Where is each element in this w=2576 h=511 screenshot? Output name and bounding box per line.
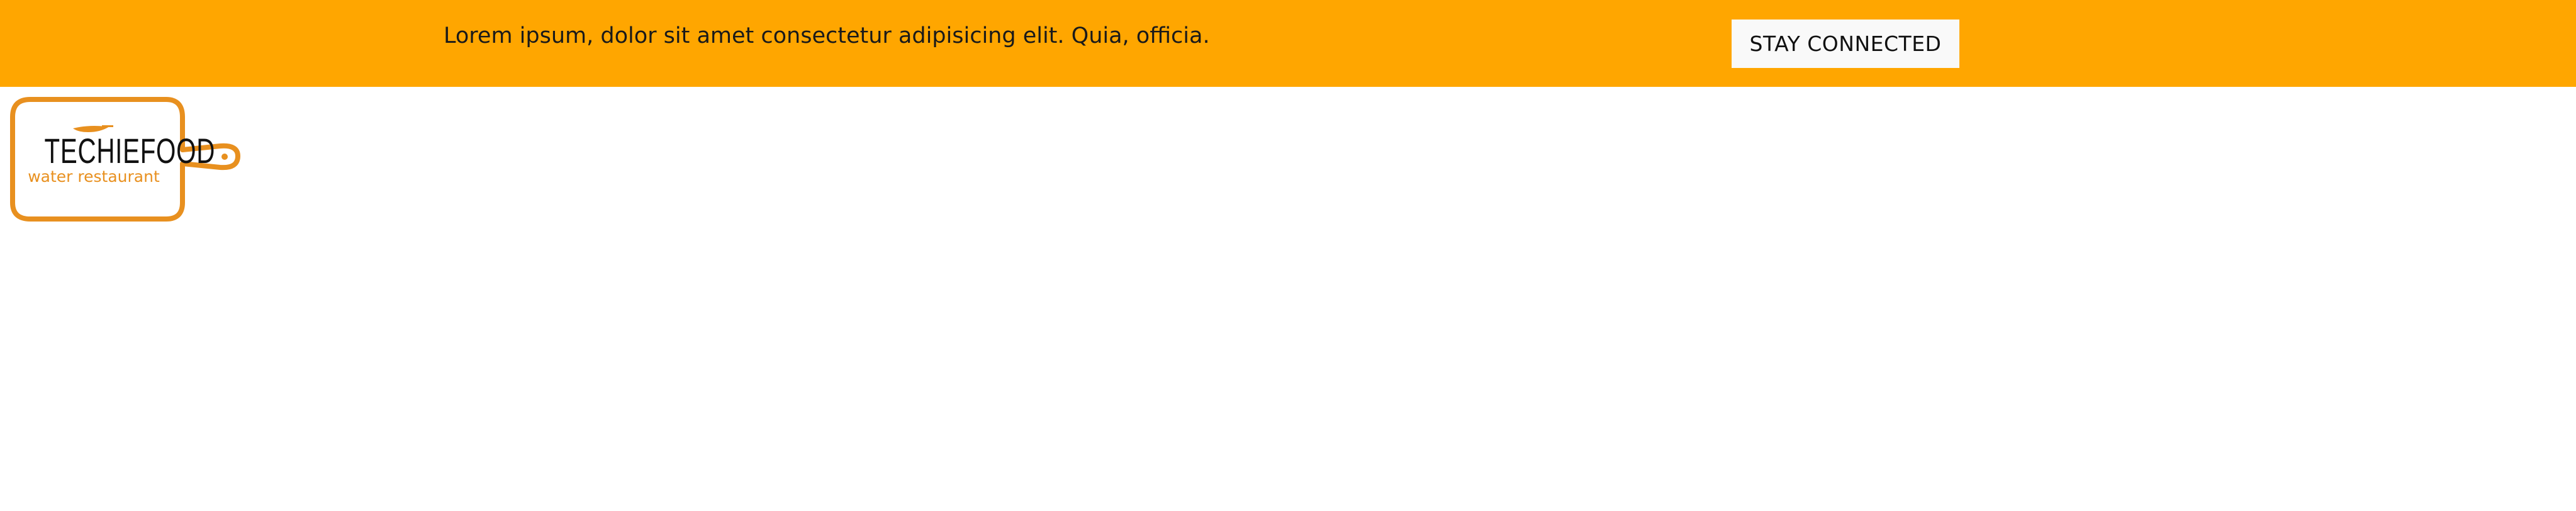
logo-tagline: water restaurant [28,167,160,186]
logo-brand-name: TECHIEFOOD [44,131,216,171]
top-banner: Lorem ipsum, dolor sit amet consectetur … [0,0,2576,87]
stay-connected-button[interactable]: STAY CONNECTED [1732,20,1959,68]
banner-message: Lorem ipsum, dolor sit amet consectetur … [444,23,1210,48]
